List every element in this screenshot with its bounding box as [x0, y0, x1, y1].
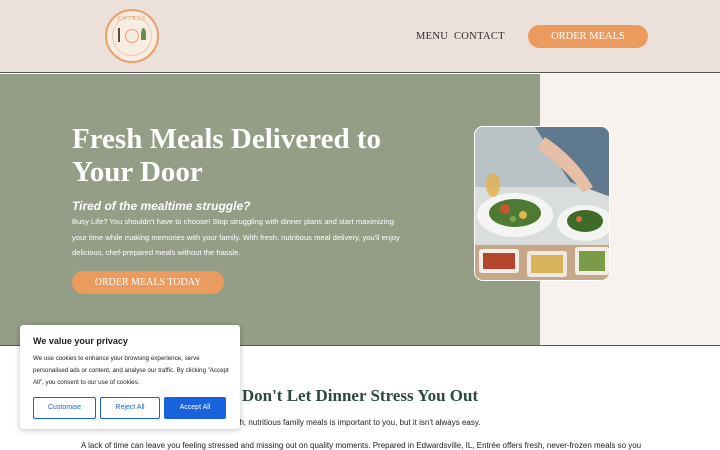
detail-paragraph: A lack of time can leave you feeling str… [81, 441, 642, 450]
plate-icon [125, 29, 139, 43]
hero-title: Fresh Meals Delivered to Your Door [72, 123, 381, 188]
customise-button[interactable]: Customise [33, 397, 96, 419]
entree-logo[interactable]: ENTRÉE [105, 9, 159, 63]
page: ENTRÉE MENU CONTACT ORDER MEALS Fresh Me… [0, 0, 720, 450]
nav-menu-link[interactable]: MENU [416, 31, 448, 42]
cookie-title: We value your privacy [33, 336, 128, 346]
hero-body-text: Busy Life? You shouldn't have to choose!… [72, 217, 400, 257]
reject-all-button[interactable]: Reject All [100, 397, 160, 419]
order-meals-button[interactable]: ORDER MEALS [528, 25, 648, 48]
cookie-consent-dialog: We value your privacy We use cookies to … [20, 325, 240, 429]
logo-brand-text: ENTRÉE [117, 16, 147, 22]
site-header: ENTRÉE MENU CONTACT ORDER MEALS [0, 0, 720, 73]
intro-paragraph: ng fresh, nutritious family meals is imp… [215, 418, 481, 427]
accept-all-button[interactable]: Accept All [164, 397, 226, 419]
fork-icon [118, 28, 120, 42]
order-meals-today-button[interactable]: ORDER MEALS TODAY [72, 271, 224, 294]
cookie-text: We use cookies to enhance your browsing … [33, 355, 229, 387]
food-photo-illustration [475, 127, 609, 280]
leaf-icon [141, 28, 146, 40]
nav-contact-link[interactable]: CONTACT [454, 31, 505, 42]
hero-food-image [474, 126, 610, 281]
hero-subtitle: Tired of the mealtime struggle? [72, 199, 251, 213]
